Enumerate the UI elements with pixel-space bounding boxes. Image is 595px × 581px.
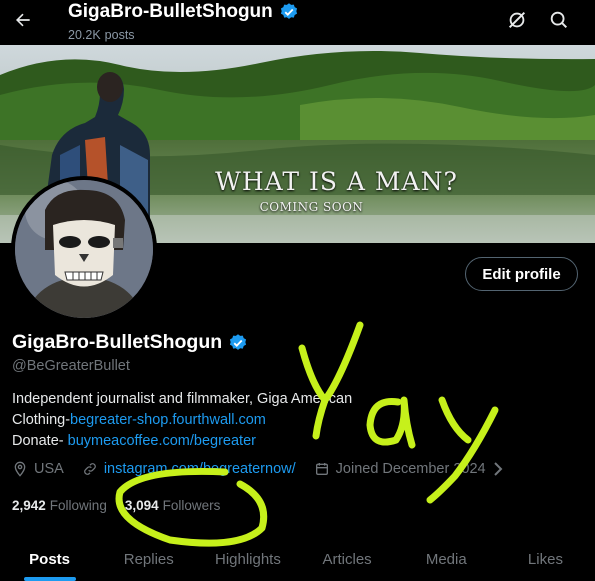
website: instagram.com/begreaternow/ [82, 461, 296, 477]
profile-name: GigaBro-BulletShogun [12, 331, 248, 354]
join-date: Joined December 2024 [314, 461, 504, 477]
tab-articles[interactable]: Articles [298, 540, 397, 581]
followers-label: Followers [162, 498, 221, 513]
arrow-left-icon [16, 13, 30, 27]
following-label: Following [49, 498, 107, 513]
profile-meta: USA instagram.com/begreaternow/ Joined D… [12, 461, 522, 477]
bio-donate-label: Donate- [12, 433, 68, 449]
followers-link[interactable]: 3,094 Followers [125, 498, 221, 513]
location-text: USA [34, 461, 64, 477]
verified-badge-icon [280, 3, 297, 19]
tab-replies[interactable]: Replies [99, 540, 198, 581]
chevron-right-icon[interactable] [492, 462, 504, 476]
avatar[interactable] [11, 176, 157, 322]
tab-highlights[interactable]: Highlights [198, 540, 297, 581]
link-icon [82, 461, 98, 477]
search-button[interactable] [546, 7, 572, 33]
followers-count: 3,094 [124, 498, 159, 513]
avatar-image [15, 180, 153, 318]
post-count: 20.2K posts [68, 28, 135, 42]
header-title: GigaBro-BulletShogun [68, 1, 299, 23]
edit-profile-button[interactable]: Edit profile [465, 257, 578, 291]
website-link[interactable]: instagram.com/begreaternow/ [104, 461, 296, 477]
bio-clothing-label: Clothing- [12, 412, 71, 428]
bio-line-1: Independent journalist and filmmaker, Gi… [12, 391, 353, 407]
profile-name-text: GigaBro-BulletShogun [12, 331, 223, 353]
follow-counts: 2,942 Following 3,094 Followers [12, 498, 220, 513]
tab-posts[interactable]: Posts [0, 540, 99, 581]
tab-media[interactable]: Media [397, 540, 496, 581]
verified-badge-icon[interactable] [228, 333, 248, 353]
profile-tabs: Posts Replies Highlights Articles Media … [0, 540, 595, 581]
post-count-label: posts [104, 28, 135, 42]
profile-bio: Independent journalist and filmmaker, Gi… [12, 389, 352, 452]
bio-line-2: Clothing-begreater-shop.fourthwall.com [12, 410, 352, 431]
profile-handle: @BeGreaterBullet [12, 358, 130, 374]
location: USA [12, 461, 64, 477]
header-name: GigaBro-BulletShogun [68, 1, 273, 22]
back-button[interactable] [10, 7, 36, 33]
donate-link[interactable]: buymeacoffee.com/begreater [68, 433, 256, 449]
location-icon [12, 461, 28, 477]
top-bar: GigaBro-BulletShogun 20.2K posts [0, 0, 595, 45]
bio-line-3: Donate- buymeacoffee.com/begreater [12, 431, 352, 452]
post-count-value: 20.2K [68, 28, 101, 42]
search-icon [550, 11, 568, 29]
following-count: 2,942 [12, 498, 46, 513]
join-date-text: Joined December 2024 [335, 461, 486, 477]
following-link[interactable]: 2,942 Following [12, 498, 107, 513]
calendar-icon [314, 461, 330, 477]
grok-button[interactable] [504, 7, 530, 33]
tab-likes[interactable]: Likes [496, 540, 595, 581]
grok-icon [508, 11, 526, 29]
clothing-link[interactable]: begreater-shop.fourthwall.com [70, 412, 266, 428]
